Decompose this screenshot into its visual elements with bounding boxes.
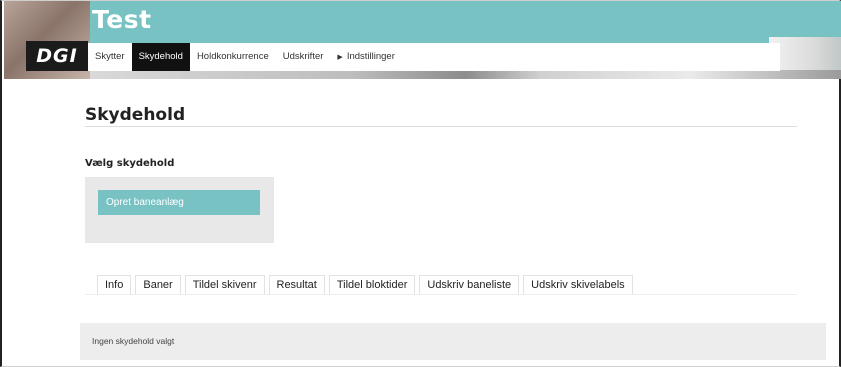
tab-resultat[interactable]: Resultat (268, 275, 325, 295)
tabs-divider (85, 294, 797, 295)
triangle-right-icon: ▶ (337, 54, 343, 61)
tab-info[interactable]: Info (97, 275, 132, 295)
create-range-button[interactable]: Opret baneanlæg (98, 190, 260, 215)
nav-item-holdkonkurrence[interactable]: Holdkonkurrence (190, 43, 276, 71)
page-title: Skydehold (85, 105, 186, 125)
tab-tildel-skivenr[interactable]: Tildel skivenr (184, 275, 265, 295)
select-team-label: Vælg skydehold (85, 158, 175, 169)
team-select-panel: Opret baneanlæg (85, 177, 274, 243)
tab-udskriv-skivelabels[interactable]: Udskriv skivelabels (523, 275, 633, 295)
nav-item-udskrifter[interactable]: Udskrifter (276, 43, 331, 71)
nav-item-indstillinger-label: Indstillinger (346, 51, 395, 62)
nav-item-skytter[interactable]: Skytter (88, 43, 132, 71)
app-frame: Test DGI Skytter Skydehold Holdkonkurren… (0, 0, 841, 367)
team-tabs: Info Baner Tildel skivenr Resultat Tilde… (97, 275, 633, 295)
nav-item-indstillinger[interactable]: ▶ Indstillinger (330, 43, 401, 71)
tab-baner[interactable]: Baner (135, 275, 181, 295)
header-photo-strip (90, 70, 841, 79)
nav-item-skydehold[interactable]: Skydehold (131, 43, 190, 71)
main-navigation: Skytter Skydehold Holdkonkurrence Udskri… (88, 43, 780, 71)
site-header: Test DGI Skytter Skydehold Holdkonkurren… (4, 1, 841, 79)
tab-tildel-bloktider[interactable]: Tildel bloktider (328, 275, 416, 295)
dgi-logo[interactable]: DGI (26, 41, 88, 71)
title-divider (85, 126, 797, 127)
site-title: Test (92, 5, 152, 34)
status-message: Ingen skydehold valgt (80, 323, 826, 360)
tab-udskriv-baneliste[interactable]: Udskriv baneliste (419, 275, 520, 295)
